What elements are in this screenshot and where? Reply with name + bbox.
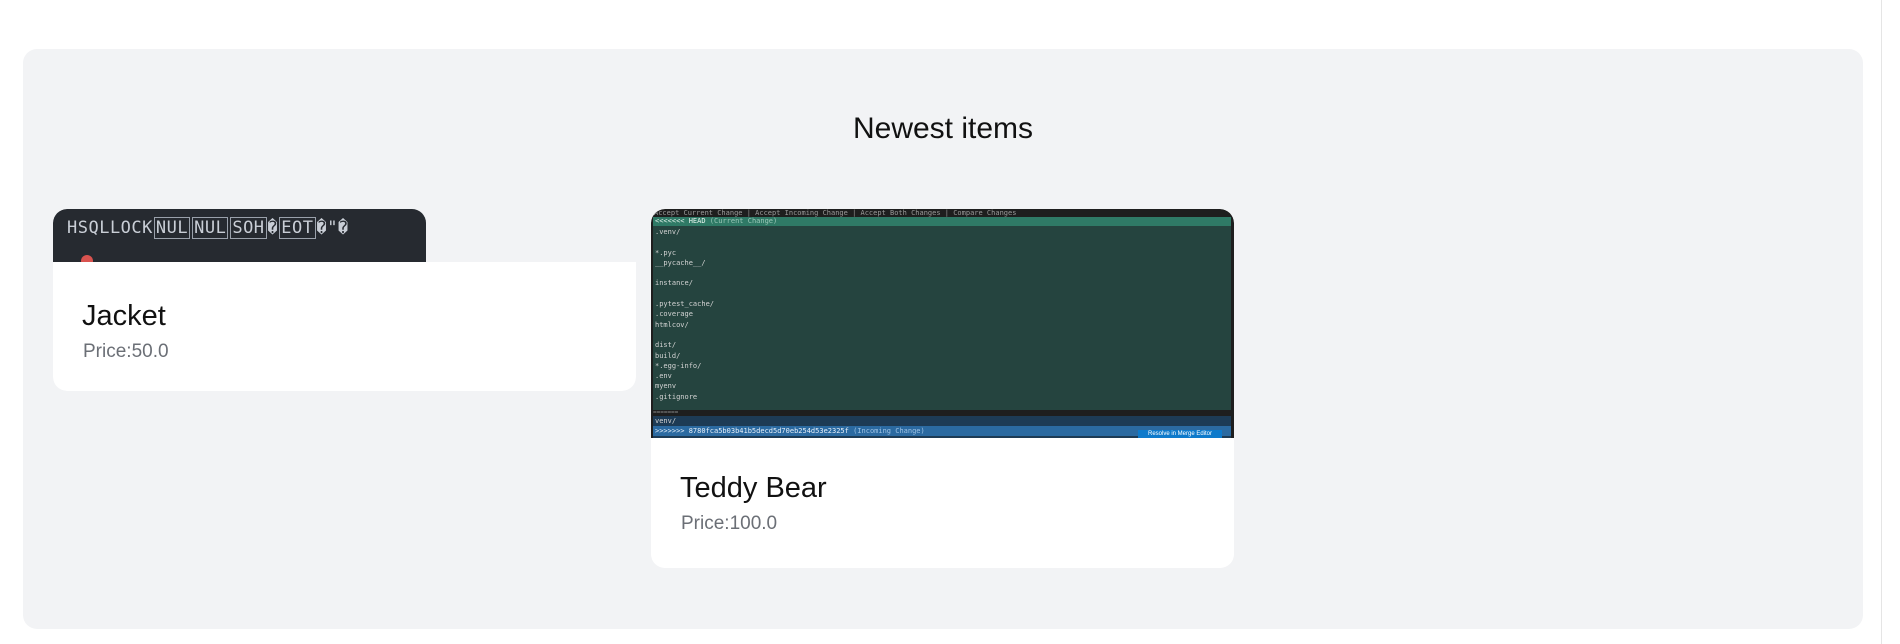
item-image-jacket[interactable]: HSQLLOCK NUL NUL SOH � EOT �"� [53, 209, 426, 263]
item-price: Price:100.0 [681, 513, 778, 534]
page-scrollbar[interactable] [1881, 0, 1900, 644]
preview-text-segment: �"� [316, 218, 349, 238]
current-change-block: <<<<<<< HEAD (Current Change) .venv/ *.p… [653, 217, 1231, 410]
control-char-box: EOT [279, 217, 316, 239]
binary-preview-text: HSQLLOCK NUL NUL SOH � EOT �"� [67, 217, 349, 239]
merge-codelens-actions: Accept Current Change | Accept Incoming … [654, 209, 1017, 217]
item-card-body: Jacket Price:50.0 [53, 262, 636, 391]
preview-text-segment: HSQLLOCK [67, 218, 153, 238]
incoming-change-code: venv/ [655, 417, 677, 425]
item-name[interactable]: Teddy Bear [680, 472, 827, 505]
item-price: Price:50.0 [83, 341, 169, 362]
resolve-in-merge-editor-button: Resolve in Merge Editor [1138, 430, 1222, 438]
preview-text-segment: � [267, 218, 279, 238]
item-card-teddy-bear[interactable]: Accept Current Change | Accept Incoming … [651, 209, 1234, 568]
merge-separator: ======= [653, 409, 679, 416]
control-char-box: NUL [192, 217, 229, 239]
section-title: Newest items [852, 112, 1034, 145]
control-char-box: SOH [230, 217, 267, 239]
current-change-marker: <<<<<<< HEAD (Current Change) [653, 217, 1231, 226]
control-char-box: NUL [153, 217, 191, 239]
item-name[interactable]: Jacket [82, 300, 166, 333]
current-change-code: .venv/ *.pyc __pycache__/ instance/ .pyt… [655, 228, 715, 401]
item-image-teddy-bear[interactable]: Accept Current Change | Accept Incoming … [651, 209, 1234, 438]
item-card-jacket[interactable]: HSQLLOCK NUL NUL SOH � EOT �"� Jacket Price:50… [53, 209, 636, 391]
item-card-body: Teddy Bear Price:100.0 [651, 438, 1234, 568]
